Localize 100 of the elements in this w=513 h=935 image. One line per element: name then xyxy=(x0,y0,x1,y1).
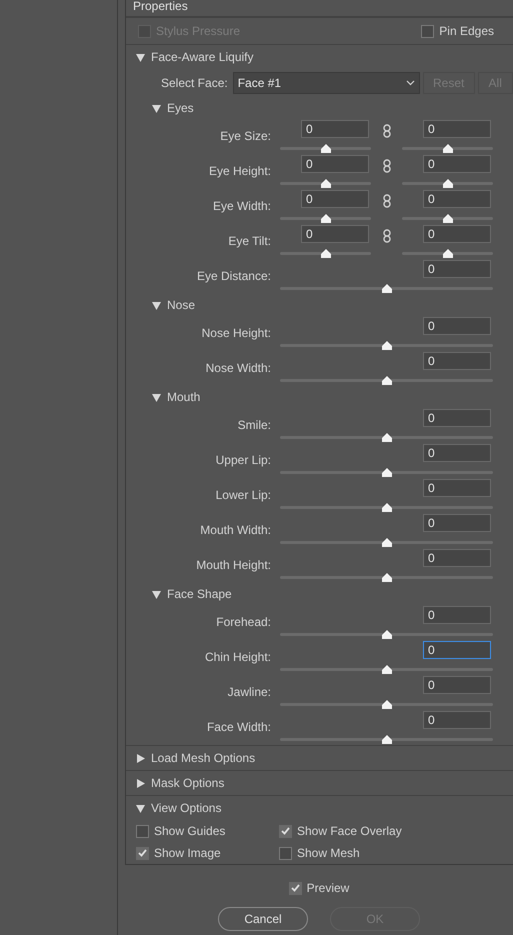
field-label: Eye Width: xyxy=(212,198,272,215)
number-field[interactable]: 0 xyxy=(301,190,369,208)
field-label: Smile: xyxy=(238,417,272,434)
slider[interactable] xyxy=(402,214,493,223)
slider-thumb[interactable] xyxy=(382,376,392,385)
slider-thumb[interactable] xyxy=(442,179,452,188)
slider[interactable] xyxy=(402,179,493,188)
slider[interactable] xyxy=(280,214,371,223)
number-field[interactable]: 0 xyxy=(423,606,491,624)
slider-thumb[interactable] xyxy=(382,573,392,582)
slider[interactable] xyxy=(402,249,493,258)
expanded-triangle-icon[interactable] xyxy=(152,300,161,310)
link-icon[interactable] xyxy=(382,229,390,243)
field-label: Nose Height: xyxy=(202,325,272,342)
slider-thumb[interactable] xyxy=(382,538,392,547)
link-icon[interactable] xyxy=(382,194,390,208)
link-icon[interactable] xyxy=(382,159,390,173)
slider-thumb[interactable] xyxy=(382,468,392,477)
slider-thumb[interactable] xyxy=(442,249,452,258)
field-label: Eye Size: xyxy=(220,128,272,145)
expanded-triangle-icon[interactable] xyxy=(136,52,145,62)
number-field[interactable]: 0 xyxy=(423,317,491,335)
slider[interactable] xyxy=(280,179,371,188)
slider-thumb[interactable] xyxy=(382,700,392,709)
group-title: Eyes xyxy=(167,101,194,115)
slider[interactable] xyxy=(280,284,493,293)
chevron-down-icon xyxy=(406,80,415,86)
slider-thumb[interactable] xyxy=(382,630,392,639)
panel-title: Properties xyxy=(126,0,513,18)
collapsed-triangle-icon[interactable] xyxy=(136,754,145,762)
slider[interactable] xyxy=(280,341,493,350)
slider[interactable] xyxy=(280,144,371,153)
slider[interactable] xyxy=(280,573,493,582)
slider[interactable] xyxy=(280,503,493,512)
link-icon[interactable] xyxy=(382,124,390,138)
number-field[interactable]: 0 xyxy=(423,225,491,243)
slider[interactable] xyxy=(280,433,493,442)
checkbox-label: Pin Edges xyxy=(439,24,494,38)
section-title: Face-Aware Liquify xyxy=(151,50,254,64)
slider[interactable] xyxy=(280,700,493,709)
number-field[interactable]: 0 xyxy=(301,155,369,173)
field-label: Eye Tilt: xyxy=(228,233,272,250)
slider[interactable] xyxy=(402,144,493,153)
slider-thumb[interactable] xyxy=(442,144,452,153)
expanded-triangle-icon[interactable] xyxy=(152,590,161,598)
number-field[interactable]: 0 xyxy=(423,549,491,567)
number-field[interactable]: 0 xyxy=(423,676,491,694)
slider-thumb[interactable] xyxy=(382,503,392,512)
number-field[interactable]: 0 xyxy=(423,711,491,729)
field-label: Select Face: xyxy=(161,76,228,90)
slider-thumb[interactable] xyxy=(320,249,330,258)
checkbox[interactable] xyxy=(136,824,149,838)
slider-thumb[interactable] xyxy=(382,284,392,293)
number-field[interactable]: 0 xyxy=(423,352,491,370)
number-field[interactable]: 0 xyxy=(423,190,491,208)
checkbox-label: Show Mesh xyxy=(297,846,360,860)
number-field[interactable]: 0 xyxy=(423,260,491,278)
expanded-triangle-icon[interactable] xyxy=(136,804,145,812)
slider[interactable] xyxy=(280,376,493,385)
checkbox[interactable] xyxy=(421,24,434,38)
expanded-triangle-icon[interactable] xyxy=(152,104,161,112)
number-field[interactable]: 0 xyxy=(423,120,491,138)
slider[interactable] xyxy=(280,468,493,477)
field-label: Chin Height: xyxy=(204,649,272,666)
expanded-triangle-icon[interactable] xyxy=(152,392,161,402)
slider-thumb[interactable] xyxy=(442,214,452,223)
slider-thumb[interactable] xyxy=(382,735,392,744)
checkbox[interactable] xyxy=(136,846,149,860)
field-label: Mouth Width: xyxy=(200,522,272,539)
face-dropdown[interactable]: Face #1 xyxy=(232,72,420,94)
slider-thumb[interactable] xyxy=(382,341,392,350)
number-field[interactable]: 0 xyxy=(423,155,491,173)
number-field[interactable]: 0 xyxy=(423,479,491,497)
collapsed-triangle-icon[interactable] xyxy=(136,778,145,788)
number-field[interactable]: 0 xyxy=(423,444,491,462)
number-field[interactable]: 0 xyxy=(423,409,491,427)
field-label: Mouth Height: xyxy=(196,557,272,574)
cancel-button[interactable]: Cancel xyxy=(218,907,308,931)
number-field[interactable]: 0 xyxy=(301,225,369,243)
slider-thumb[interactable] xyxy=(382,665,392,674)
slider-thumb[interactable] xyxy=(382,433,392,442)
slider[interactable] xyxy=(280,249,371,258)
checkbox[interactable] xyxy=(288,882,302,894)
slider[interactable] xyxy=(280,735,493,744)
slider-thumb[interactable] xyxy=(320,179,330,188)
slider[interactable] xyxy=(280,665,493,674)
checkbox[interactable] xyxy=(279,824,292,838)
slider-thumb[interactable] xyxy=(320,214,330,223)
checkbox-label: Preview xyxy=(306,881,350,895)
number-field[interactable]: 0 xyxy=(423,641,491,659)
checkbox[interactable] xyxy=(279,846,292,860)
group-title: Mouth xyxy=(167,390,200,404)
field-label: Lower Lip: xyxy=(216,487,272,504)
slider[interactable] xyxy=(280,538,493,547)
number-field[interactable]: 0 xyxy=(301,120,369,138)
slider-thumb[interactable] xyxy=(320,144,330,153)
section-title: View Options xyxy=(151,801,222,815)
field-label: Nose Width: xyxy=(206,360,272,377)
number-field[interactable]: 0 xyxy=(423,514,491,532)
slider[interactable] xyxy=(280,630,493,639)
